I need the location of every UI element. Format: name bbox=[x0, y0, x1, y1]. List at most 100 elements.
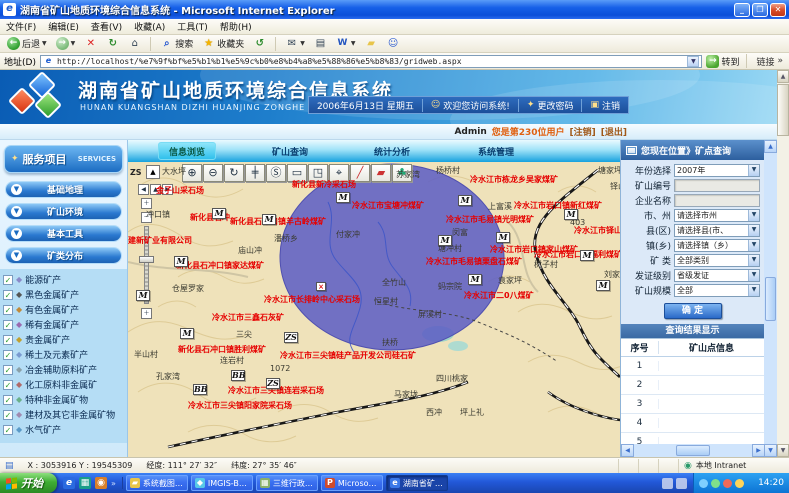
volume-icon[interactable] bbox=[735, 479, 744, 488]
start-button[interactable]: 开始 bbox=[0, 473, 57, 493]
scroll-thumb[interactable] bbox=[765, 277, 776, 321]
scroll-up-icon[interactable]: ▲ bbox=[764, 140, 777, 153]
scroll-left-icon[interactable]: ◀ bbox=[621, 444, 634, 457]
security-alert-icon[interactable] bbox=[723, 479, 732, 488]
links-label[interactable]: 链接 » bbox=[756, 55, 783, 68]
desktop-quicklaunch-icon[interactable]: ▦ bbox=[79, 477, 91, 489]
scroll-down-icon[interactable]: ▼ bbox=[777, 444, 789, 457]
taskbar-task-3[interactable]: PMicrosoft PowerP... bbox=[321, 475, 383, 491]
checkbox-checked-icon[interactable]: ✓ bbox=[3, 335, 13, 345]
back-button[interactable]: ←后退▼ bbox=[4, 36, 50, 52]
map-marker[interactable]: BB bbox=[231, 370, 245, 381]
taskbar-task-0[interactable]: ▰系统截图图片 bbox=[126, 475, 188, 491]
map-marker[interactable]: M bbox=[580, 250, 594, 261]
pan-left-button[interactable]: ◀ bbox=[138, 184, 149, 195]
field-input-1[interactable] bbox=[674, 179, 760, 192]
results-horizontal-scrollbar[interactable]: ◀ ▶ bbox=[621, 444, 764, 457]
mail-button[interactable]: ✉▼ bbox=[282, 36, 308, 52]
map-marker[interactable]: M bbox=[438, 235, 452, 246]
menu-item-5[interactable]: 帮助(H) bbox=[220, 20, 252, 33]
address-input[interactable]: e http://localhost/%e7%9f%bf%e5%b1%b1%e5… bbox=[40, 55, 703, 68]
submit-button[interactable]: 确 定 bbox=[664, 303, 722, 319]
quicklaunch-more-icon[interactable]: » bbox=[111, 479, 116, 488]
taskbar-task-1[interactable]: ◆IMGIS-BAI (J:) bbox=[191, 475, 253, 491]
tab-系统管理[interactable]: 系统管理 bbox=[468, 142, 524, 160]
map-marker[interactable]: M bbox=[458, 195, 472, 206]
menu-item-0[interactable]: 文件(F) bbox=[6, 20, 36, 33]
tab-矿山查询[interactable]: 矿山查询 bbox=[262, 142, 318, 160]
home-button[interactable]: ⌂ bbox=[125, 36, 144, 52]
map-marker[interactable]: M bbox=[468, 274, 482, 285]
maximize-button[interactable]: ❐ bbox=[752, 3, 768, 17]
status-tool[interactable]: Ⓢ bbox=[266, 164, 286, 182]
checkbox-checked-icon[interactable]: ✓ bbox=[3, 350, 13, 360]
menu-item-3[interactable]: 收藏(A) bbox=[134, 20, 165, 33]
favorites-button[interactable]: ★收藏夹 bbox=[199, 36, 247, 52]
logoff-link[interactable]: [注销] bbox=[570, 125, 596, 138]
pan-tool[interactable]: ↻ bbox=[224, 164, 244, 182]
sidebar-group-2[interactable]: ▼基本工具 bbox=[5, 225, 122, 242]
scroll-right-icon[interactable]: ▶ bbox=[752, 444, 764, 457]
table-row[interactable]: 4 bbox=[621, 414, 764, 433]
go-button[interactable]: → 转到 bbox=[706, 55, 739, 68]
map-marker[interactable]: M bbox=[564, 209, 578, 220]
scroll-up-icon[interactable]: ▲ bbox=[777, 70, 789, 83]
table-row[interactable]: 1 bbox=[621, 357, 764, 376]
field-select-3[interactable]: 请选择市州▼ bbox=[674, 209, 760, 222]
field-select-0[interactable]: 2007年▼ bbox=[674, 164, 760, 177]
checkbox-checked-icon[interactable]: ✓ bbox=[3, 395, 13, 405]
zoom-min-button[interactable]: ＋ bbox=[141, 308, 152, 319]
field-select-5[interactable]: 请选择镇（乡）▼ bbox=[674, 239, 760, 252]
refresh-button[interactable]: ↻ bbox=[103, 36, 122, 52]
map-marker[interactable]: ZS bbox=[266, 378, 280, 389]
change-password-link[interactable]: ✦更改密码 bbox=[519, 99, 583, 112]
map-marker[interactable]: ZS bbox=[284, 332, 298, 343]
zoom-out-tool[interactable]: ⊖ bbox=[203, 164, 223, 182]
checkbox-checked-icon[interactable]: ✓ bbox=[3, 290, 13, 300]
checkbox-checked-icon[interactable]: ✓ bbox=[3, 320, 13, 330]
checkbox-checked-icon[interactable]: ✓ bbox=[3, 425, 13, 435]
taskbar-task-2[interactable]: ▦三维行政查询.bmp bbox=[256, 475, 318, 491]
menu-item-2[interactable]: 查看(V) bbox=[91, 20, 122, 33]
panel-vertical-scrollbar[interactable]: ▲ ▼ bbox=[764, 140, 777, 457]
map-marker[interactable]: M bbox=[496, 232, 510, 243]
sidebar-group-3[interactable]: ▼矿类分布 bbox=[5, 247, 122, 264]
field-input-2[interactable] bbox=[674, 194, 760, 207]
map-marker[interactable]: × bbox=[316, 282, 326, 291]
printer-icon[interactable] bbox=[662, 478, 673, 489]
menu-item-1[interactable]: 编辑(E) bbox=[48, 20, 79, 33]
field-select-6[interactable]: 全部类别▼ bbox=[674, 254, 760, 267]
logout-link[interactable]: ▣注销 bbox=[582, 99, 628, 112]
field-select-8[interactable]: 全部▼ bbox=[674, 284, 760, 297]
scroll-thumb[interactable] bbox=[676, 445, 710, 456]
map-marker[interactable]: M bbox=[174, 256, 188, 267]
map-marker[interactable]: M bbox=[212, 208, 226, 219]
tab-信息浏览[interactable]: 信息浏览 bbox=[158, 142, 216, 160]
media-quicklaunch-icon[interactable]: ◉ bbox=[95, 477, 107, 489]
eraser-tool[interactable]: ▰ bbox=[371, 164, 391, 182]
antivirus-icon[interactable] bbox=[711, 479, 720, 488]
display-icon[interactable] bbox=[676, 478, 687, 489]
checkbox-checked-icon[interactable]: ✓ bbox=[3, 365, 13, 375]
minimize-button[interactable]: _ bbox=[734, 3, 750, 17]
network-icon[interactable] bbox=[699, 479, 708, 488]
checkbox-checked-icon[interactable]: ✓ bbox=[3, 275, 13, 285]
map-marker[interactable]: M bbox=[596, 280, 610, 291]
map-marker[interactable]: M bbox=[336, 192, 350, 203]
map-marker[interactable]: M bbox=[180, 328, 194, 339]
page-vertical-scrollbar[interactable]: ▲ ▼ bbox=[777, 70, 789, 457]
map-marker[interactable]: M bbox=[136, 290, 150, 301]
checkbox-checked-icon[interactable]: ✓ bbox=[3, 380, 13, 390]
forward-button[interactable]: →▼ bbox=[53, 36, 79, 52]
print-button[interactable]: ▤ bbox=[311, 36, 330, 52]
exit-link[interactable]: [退出] bbox=[601, 125, 627, 138]
tab-统计分析[interactable]: 统计分析 bbox=[364, 142, 420, 160]
address-dropdown-icon[interactable]: ▼ bbox=[687, 56, 699, 67]
table-row[interactable]: 3 bbox=[621, 395, 764, 414]
scroll-thumb[interactable] bbox=[777, 84, 789, 136]
map-canvas[interactable]: ZS ▲ ⊕⊖↻╪Ⓢ▭◳⌖╱▰♣ ◀ ▲ ▶ ＋ － ＋ 金子山采石场新化县新冷… bbox=[128, 162, 620, 457]
menu-item-4[interactable]: 工具(T) bbox=[177, 20, 208, 33]
edit-button[interactable]: W▼ bbox=[333, 36, 359, 52]
ie-quicklaunch-icon[interactable]: e bbox=[63, 477, 75, 489]
field-select-4[interactable]: 请选择县(市、▼ bbox=[674, 224, 760, 237]
